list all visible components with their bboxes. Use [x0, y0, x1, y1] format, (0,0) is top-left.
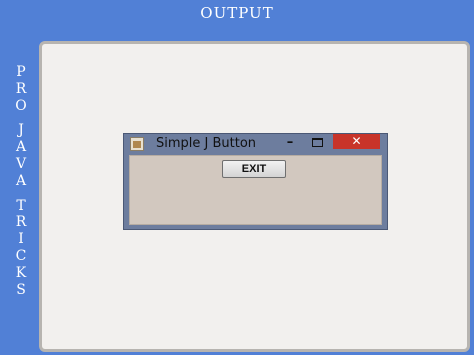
brand-letter: A — [15, 172, 27, 189]
brand-letter: J — [18, 122, 24, 139]
app-window: Simple J Button – ✕ EXIT — [123, 133, 388, 230]
minimize-icon: – — [286, 135, 294, 150]
brand-letter: R — [15, 80, 27, 97]
window-title: Simple J Button — [156, 136, 257, 151]
exit-button[interactable]: EXIT — [222, 160, 286, 178]
window-content: EXIT — [129, 155, 382, 225]
brand-letter: I — [18, 231, 24, 248]
brand-letter: K — [15, 264, 27, 281]
brand-letter: T — [16, 197, 26, 214]
brand-word-tricks: T R I C K S — [16, 198, 27, 299]
minimize-button[interactable]: – — [283, 136, 297, 150]
java-app-icon[interactable] — [130, 137, 144, 151]
brand-word-java: J A V A — [16, 122, 26, 189]
side-brand: P R O J A V A T R I C K S — [10, 64, 32, 298]
output-title: OUTPUT — [200, 4, 274, 22]
brand-letter: A — [15, 139, 27, 156]
close-button[interactable]: ✕ — [333, 134, 380, 149]
maximize-button[interactable] — [312, 138, 323, 147]
close-icon: ✕ — [351, 134, 362, 148]
brand-letter: R — [15, 214, 27, 231]
window-titlebar[interactable]: Simple J Button – ✕ — [124, 134, 387, 154]
brand-letter: S — [16, 281, 26, 298]
brand-word-pro: P R O — [15, 64, 26, 114]
brand-letter: V — [15, 155, 27, 172]
brand-letter: O — [15, 97, 27, 114]
brand-letter: P — [16, 64, 26, 80]
brand-letter: C — [15, 247, 27, 264]
